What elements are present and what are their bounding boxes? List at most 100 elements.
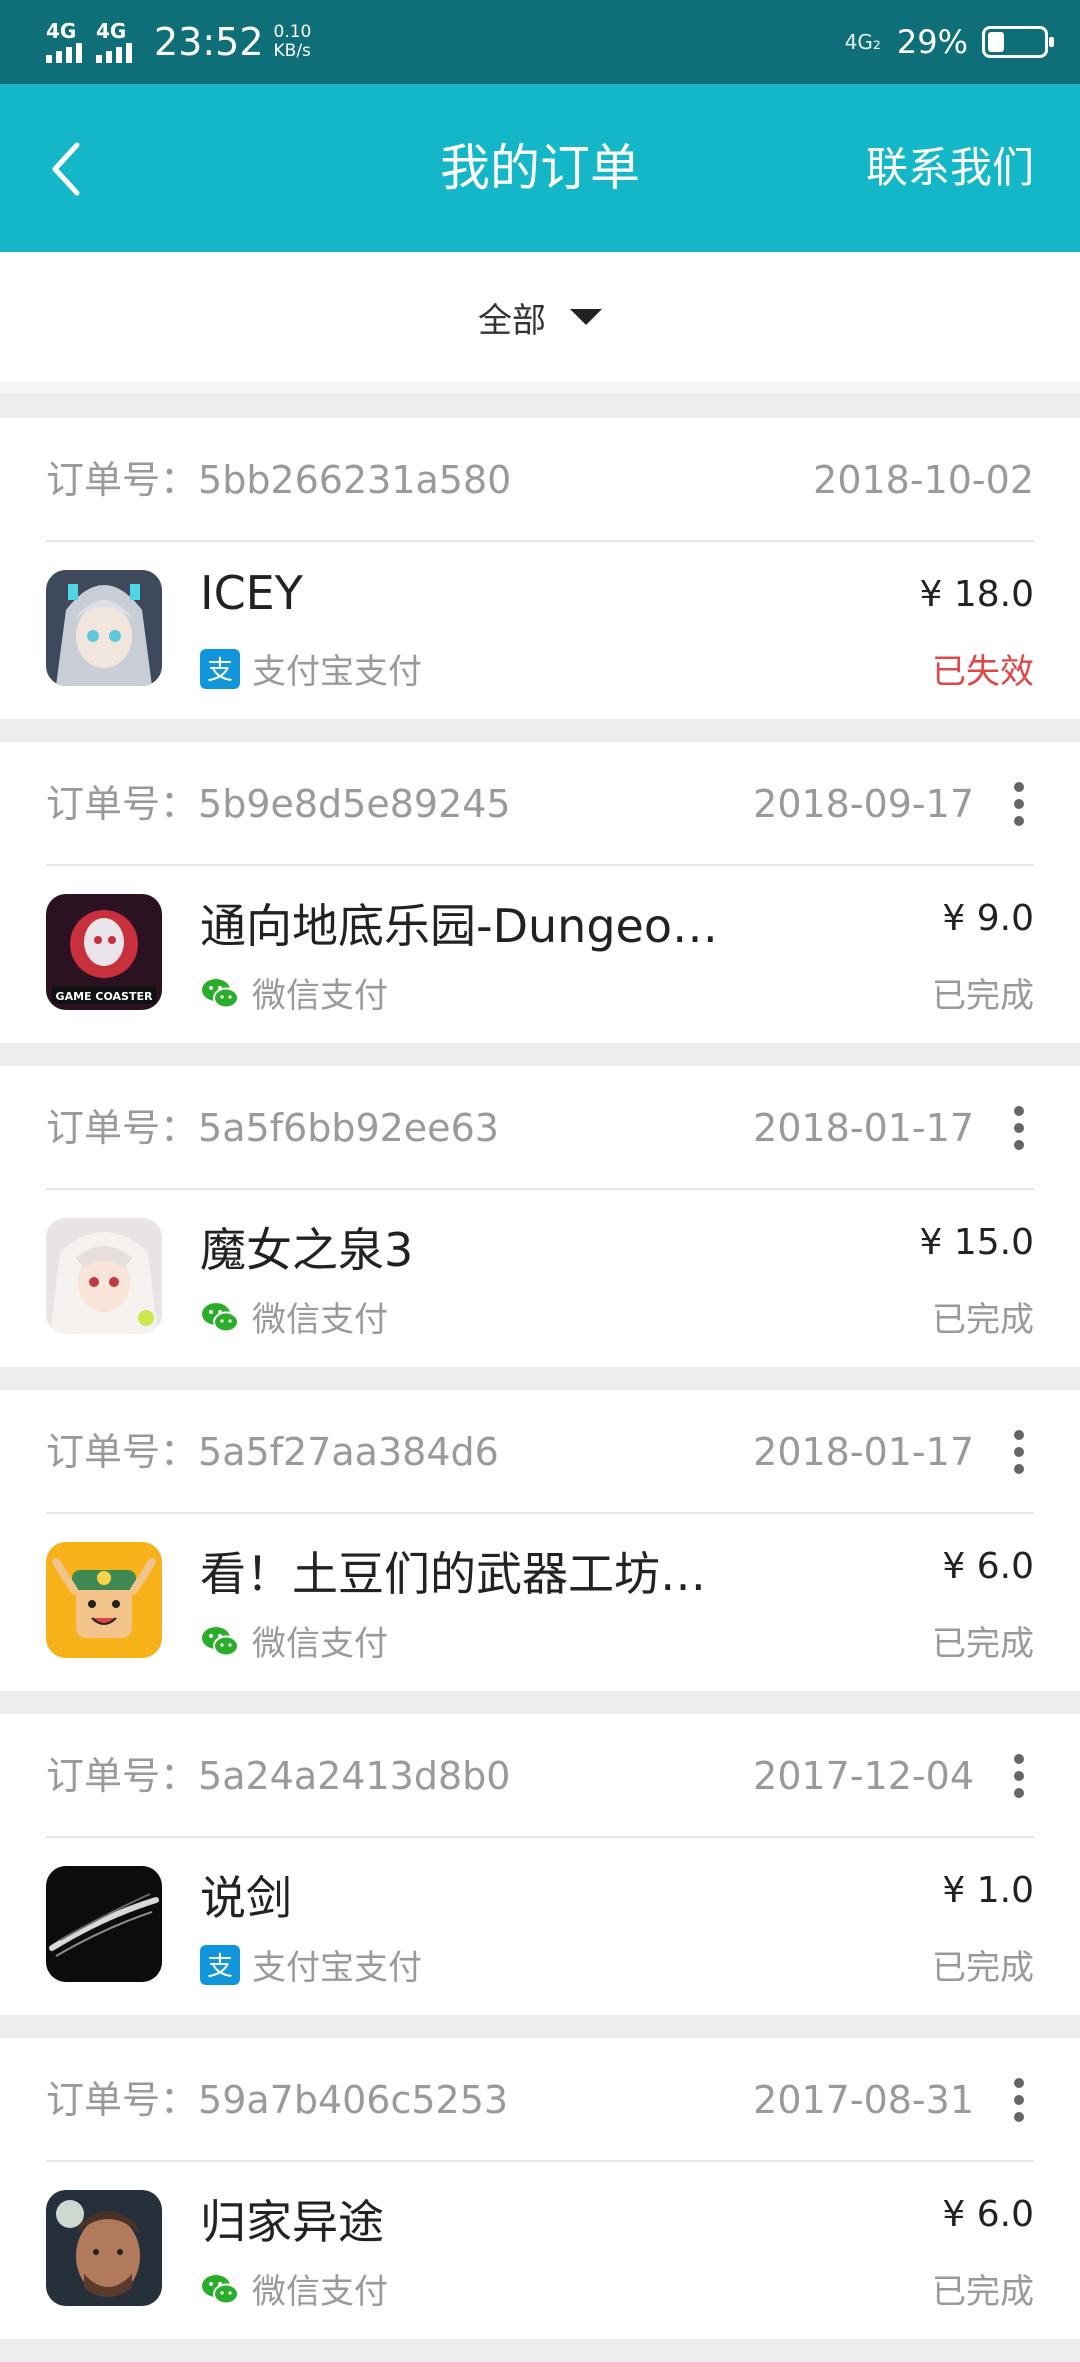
order-date: 2018-09-17 [753, 782, 974, 826]
order-price: ¥ 1.0 [942, 1870, 1034, 1911]
more-options-icon[interactable] [1004, 782, 1034, 826]
order-number: 订单号：5a24a2413d8b0 [46, 1714, 510, 1838]
order-number: 订单号：59a7b406c5253 [46, 2038, 508, 2162]
order-number: 订单号：5a5f6bb92ee63 [46, 1066, 499, 1190]
game-name: 归家异途 [200, 2195, 384, 2249]
payment-method-label: 支付宝支付 [252, 1948, 422, 1988]
svg-text:GAME COASTER: GAME COASTER [56, 990, 153, 1003]
game-name: 看！土豆们的武器工坊… [200, 1547, 706, 1601]
alipay-icon: 支 [200, 648, 240, 689]
wechat-icon [202, 978, 239, 1008]
payment-method-label: 微信支付 [252, 1624, 388, 1664]
contact-us-button[interactable]: 联系我们 [866, 84, 1034, 252]
order-card[interactable]: 订单号：5a5f6bb92ee63 2018-01-17 魔女之泉3 微信支付 … [0, 1066, 1080, 1367]
status-bar: 4G 4G 23:52 0.10 KB/s 4G₂ 29% [0, 0, 1080, 84]
payment-method-label: 微信支付 [252, 1300, 388, 1340]
order-status: 已完成 [932, 976, 1034, 1016]
network-type: 4G [46, 19, 77, 43]
order-date: 2018-01-17 [753, 1106, 974, 1150]
payment-method-label: 微信支付 [252, 976, 388, 1016]
payment-method: 微信支付 [200, 968, 388, 1017]
order-status: 已完成 [932, 1948, 1034, 1988]
order-id: 5b9e8d5e89245 [198, 782, 511, 826]
order-date: 2018-01-17 [753, 1430, 974, 1474]
order-number-label: 订单号： [46, 1430, 199, 1474]
order-number: 订单号：5b9e8d5e89245 [46, 742, 511, 866]
order-card[interactable]: 订单号：59a7b406c5253 2017-08-31 归家异途 微信支付 ¥… [0, 2038, 1080, 2339]
svg-text:支: 支 [207, 1952, 233, 1982]
order-id: 5a24a2413d8b0 [198, 1754, 511, 1798]
order-id: 5bb266231a580 [198, 458, 512, 502]
payment-method: 微信支付 [200, 1292, 388, 1341]
battery-level [988, 32, 1004, 52]
order-date: 2017-12-04 [753, 1754, 974, 1798]
clock: 23:52 [154, 20, 264, 64]
signal-icon: 4G [46, 21, 86, 63]
payment-method: 支 支付宝支付 [200, 644, 422, 693]
game-icon-way-home [46, 2190, 162, 2306]
order-card[interactable]: 订单号：5a5f27aa384d6 2018-01-17 看！土豆们的武器工坊… [0, 1390, 1080, 1691]
game-icon-icey [46, 570, 162, 686]
game-icon-witch-spring [46, 1218, 162, 1334]
order-status: 已失效 [932, 652, 1034, 692]
order-date: 2017-08-31 [753, 2078, 974, 2122]
order-number-label: 订单号： [46, 458, 199, 502]
alipay-icon: 支 [200, 1944, 240, 1985]
game-icon-shuo-jian [46, 1866, 162, 1982]
game-icon-potato-workshop [46, 1542, 162, 1658]
app-header: 我的订单 联系我们 [0, 84, 1080, 252]
order-price: ¥ 6.0 [942, 2194, 1034, 2235]
order-number-label: 订单号： [46, 1754, 199, 1798]
speed-unit: KB/s [273, 41, 311, 61]
wechat-icon [202, 2274, 239, 2304]
payment-method: 支 支付宝支付 [200, 1940, 422, 1989]
order-status: 已完成 [932, 1624, 1034, 1664]
order-price: ¥ 15.0 [919, 1222, 1034, 1263]
more-options-icon[interactable] [1004, 1754, 1034, 1798]
speed-value: 0.10 [273, 22, 312, 42]
order-status: 已完成 [932, 1300, 1034, 1340]
order-id: 5a5f27aa384d6 [198, 1430, 499, 1474]
svg-text:支: 支 [207, 656, 233, 686]
order-id: 59a7b406c5253 [198, 2078, 509, 2122]
order-card[interactable]: 订单号：5a24a2413d8b0 2017-12-04 说剑 支 支付宝支付 [0, 1714, 1080, 2015]
battery-icon [982, 26, 1054, 58]
order-status: 已完成 [932, 2272, 1034, 2312]
game-name: ICEY [200, 566, 303, 620]
caret-down-icon [570, 309, 602, 325]
more-options-icon[interactable] [1004, 1106, 1034, 1150]
order-number: 订单号：5a5f27aa384d6 [46, 1390, 499, 1514]
order-number-label: 订单号： [46, 1106, 199, 1150]
game-icon-dungeon-coaster: GAME COASTER [46, 894, 162, 1010]
order-price: ¥ 9.0 [942, 898, 1034, 939]
order-price: ¥ 6.0 [942, 1546, 1034, 1587]
payment-method: 微信支付 [200, 2264, 388, 2313]
divider [0, 382, 1080, 394]
game-name: 说剑 [200, 1871, 292, 1925]
battery-percentage: 29% [896, 23, 968, 61]
wechat-icon [202, 1626, 239, 1656]
order-price: ¥ 18.0 [919, 574, 1034, 615]
wechat-icon [202, 1302, 239, 1332]
order-id: 5a5f6bb92ee63 [198, 1106, 499, 1150]
network-indicator: 4G₂ [844, 30, 881, 54]
order-number-label: 订单号： [46, 2078, 199, 2122]
game-name: 通向地底乐园-Dungeo… [200, 899, 718, 953]
order-card[interactable]: 订单号：5b9e8d5e89245 2018-09-17 GAME COASTE… [0, 742, 1080, 1043]
order-card[interactable]: 订单号：5bb266231a580 2018-10-02 ICEY 支 支付宝支… [0, 418, 1080, 719]
order-number: 订单号：5bb266231a580 [46, 418, 511, 542]
order-list: 订单号：5bb266231a580 2018-10-02 ICEY 支 支付宝支… [0, 418, 1080, 2362]
order-filter-dropdown[interactable]: 全部 [0, 252, 1080, 382]
order-number-label: 订单号： [46, 782, 199, 826]
game-name: 魔女之泉3 [200, 1223, 414, 1277]
network-speed: 0.10 KB/s [274, 23, 312, 61]
order-date: 2018-10-02 [813, 458, 1034, 502]
filter-label: 全部 [478, 300, 546, 341]
payment-method-label: 支付宝支付 [252, 652, 422, 692]
more-options-icon[interactable] [1004, 2078, 1034, 2122]
signal-icon: 4G [96, 21, 136, 63]
payment-method: 微信支付 [200, 1616, 388, 1665]
network-type: 4G [96, 19, 127, 43]
payment-method-label: 微信支付 [252, 2272, 388, 2312]
more-options-icon[interactable] [1004, 1430, 1034, 1474]
